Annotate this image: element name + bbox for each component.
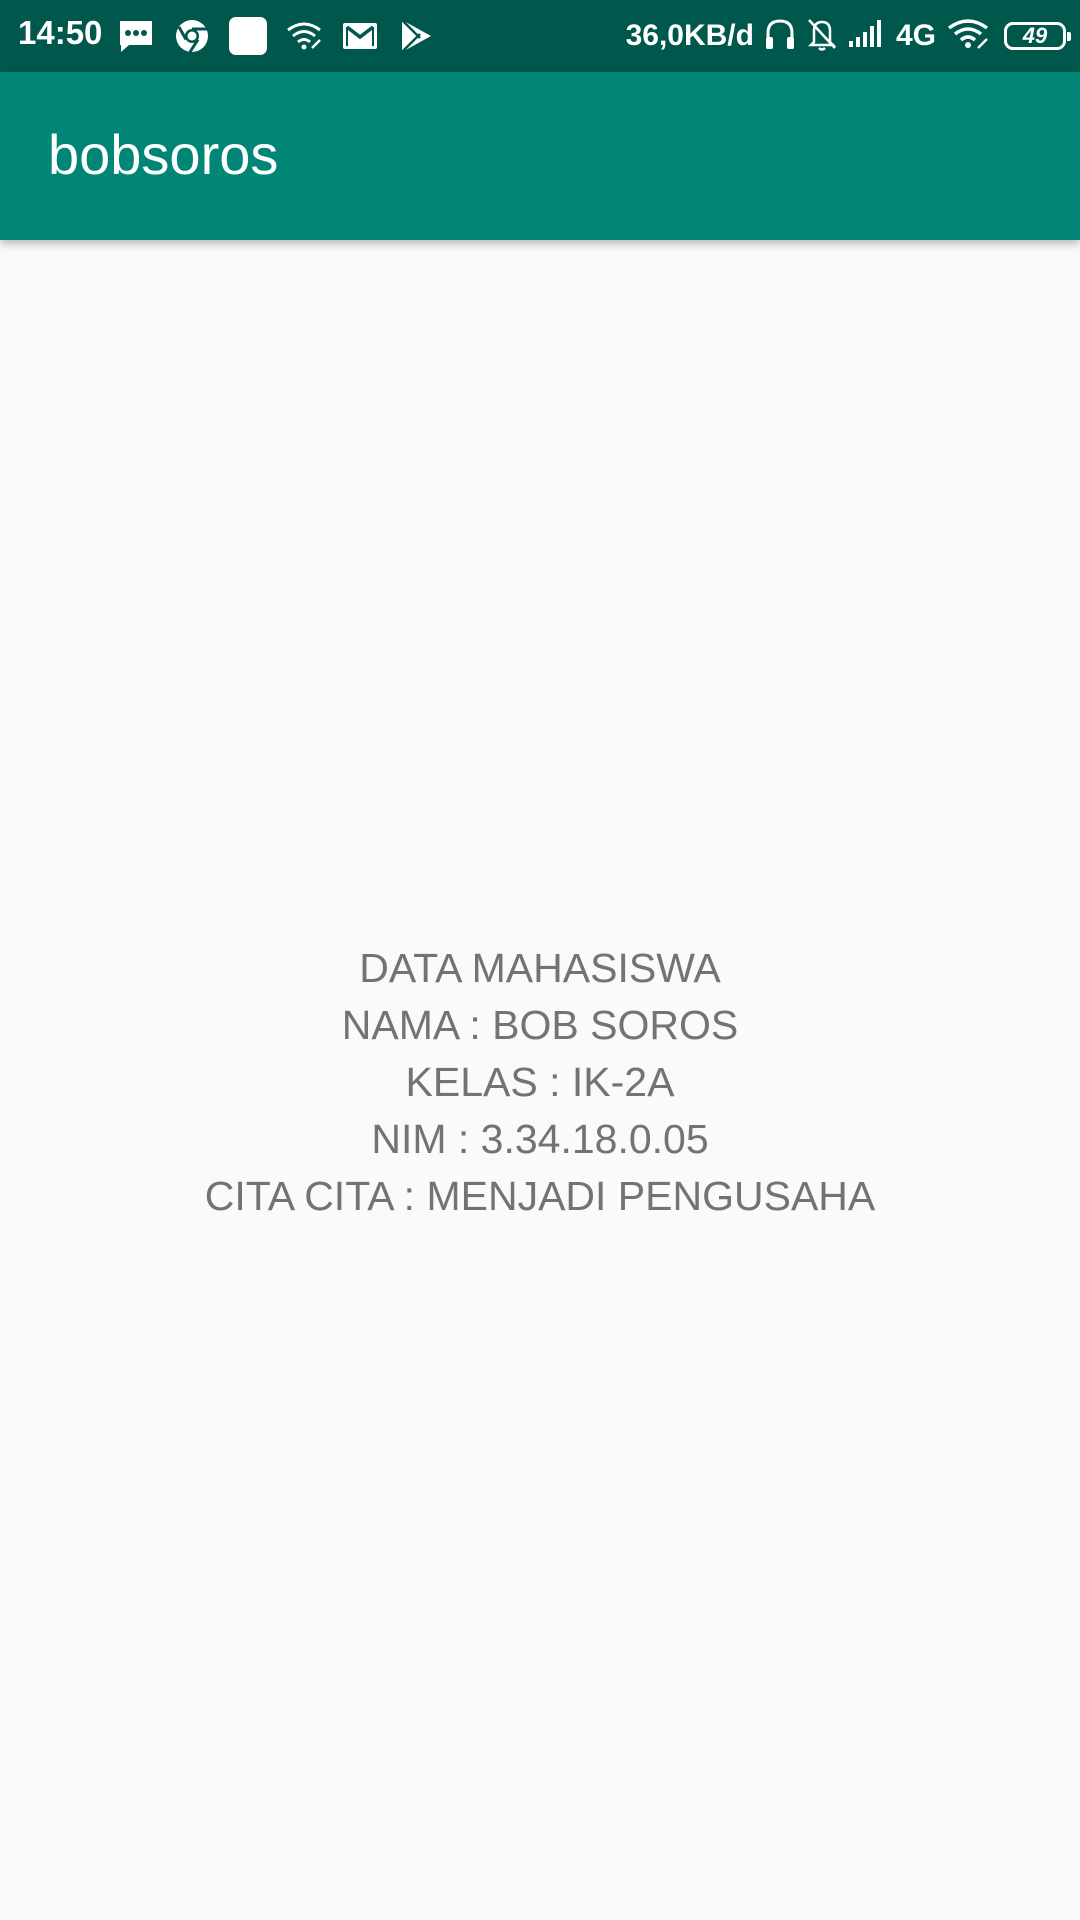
student-ambition: CITA CITA : MENJADI PENGUSAHA (204, 1173, 876, 1219)
notifications-off-icon (806, 16, 838, 57)
app-square-icon (228, 16, 268, 56)
system-status-icons: 36,0KB/d 4G 49 (625, 14, 1071, 58)
app-title: bobsoros (48, 123, 279, 186)
wifi-hotspot-icon (284, 16, 324, 56)
app-bar: bobsoros (0, 72, 1080, 240)
student-data: DATA MAHASISWA NAMA : BOB SOROS KELAS : … (0, 940, 1080, 1225)
status-time: 14:50 (18, 14, 103, 51)
gmail-icon (340, 16, 380, 56)
student-nim: NIM : 3.34.18.0.05 (371, 1116, 709, 1162)
status-bar: 14:50 36,0KB/d 4G 49 (0, 0, 1080, 72)
student-name: NAMA : BOB SOROS (341, 1002, 739, 1048)
wifi-icon (946, 17, 990, 56)
data-heading: DATA MAHASISWA (359, 945, 721, 991)
net-speed: 36,0KB/d (625, 19, 754, 52)
network-type: 4G (895, 19, 936, 52)
notification-icons (116, 14, 436, 58)
student-class: KELAS : IK-2A (405, 1059, 675, 1105)
chrome-icon (172, 16, 212, 56)
battery-icon: 49 (1004, 22, 1071, 50)
cell-signal-icon (848, 19, 886, 54)
message-icon (116, 16, 156, 56)
headphones-icon (764, 17, 796, 56)
battery-level: 49 (1022, 23, 1048, 48)
play-store-icon (396, 16, 436, 56)
